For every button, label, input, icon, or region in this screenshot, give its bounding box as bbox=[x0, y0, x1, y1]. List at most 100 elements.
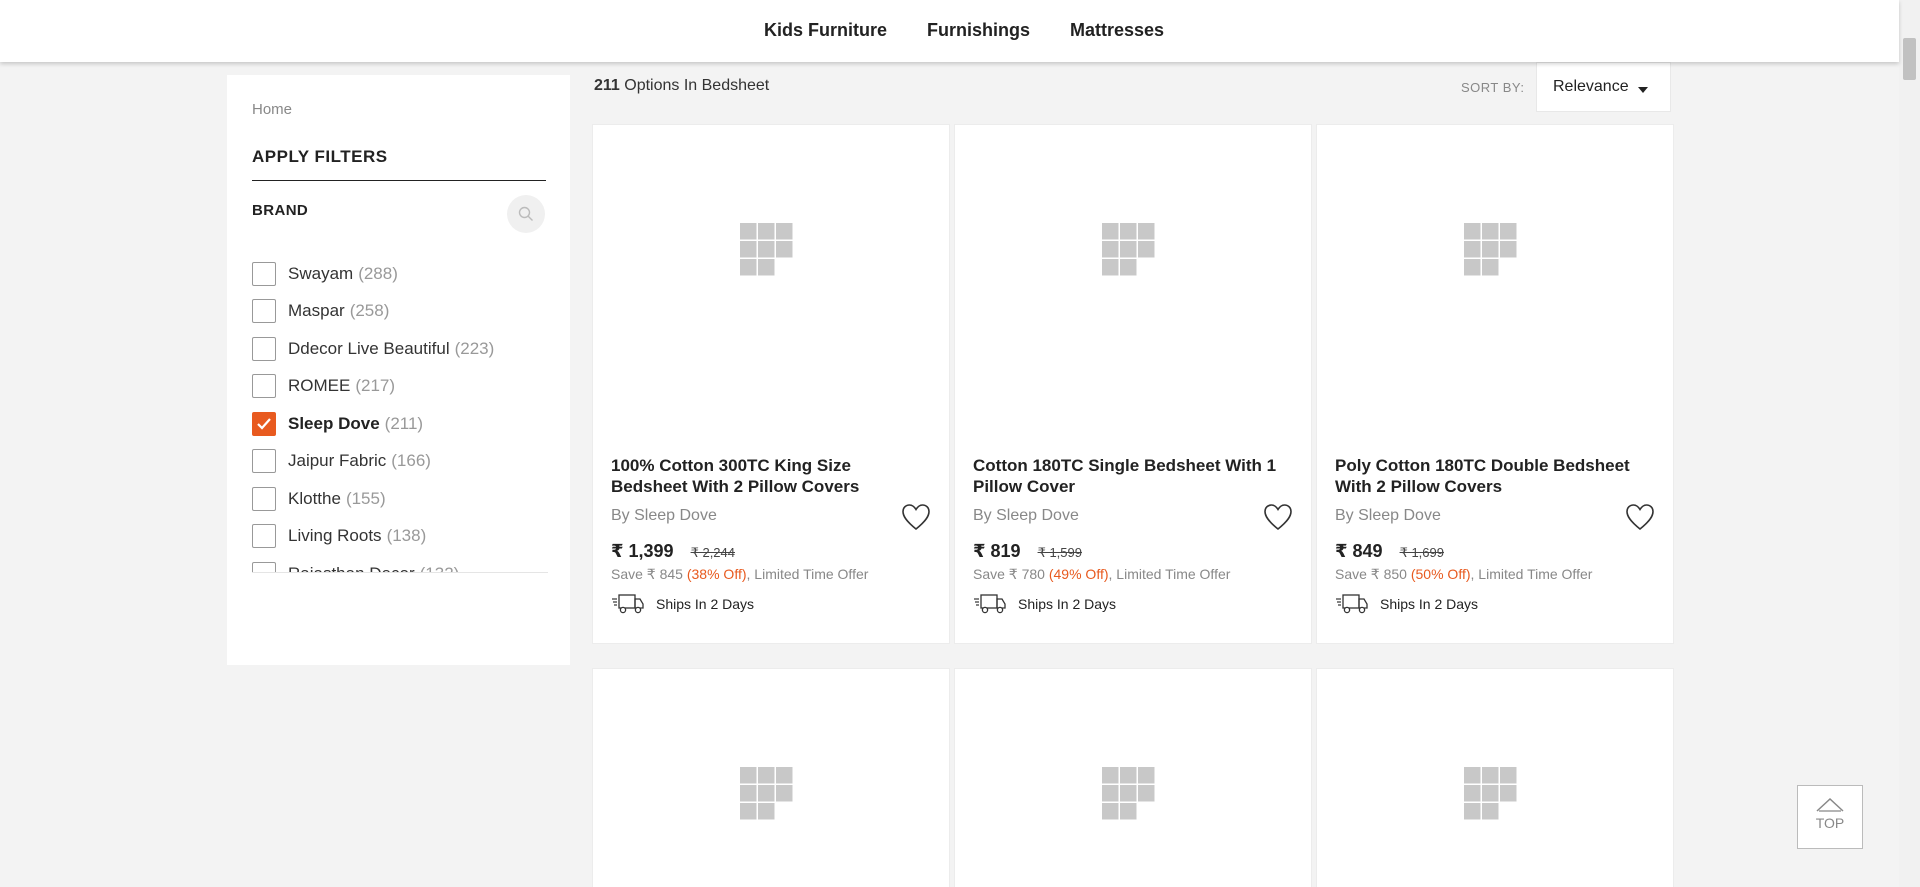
brand-checkbox[interactable] bbox=[252, 524, 276, 549]
nav-item-mattresses[interactable]: Mattresses bbox=[1070, 20, 1164, 41]
back-to-top-button[interactable]: TOP bbox=[1797, 785, 1863, 849]
product-mrp: ₹ 1,699 bbox=[1399, 545, 1444, 560]
brand-filter-list[interactable]: Swayam (288) Maspar (258) Ddecor Live Beauti… bbox=[252, 255, 548, 573]
savings-amount: Save ₹ 845 bbox=[611, 566, 687, 582]
brand-filter-item[interactable]: Ddecor Live Beautiful (223) bbox=[252, 330, 548, 368]
image-placeholder-icon bbox=[1102, 223, 1155, 276]
sort-value: Relevance bbox=[1553, 78, 1629, 95]
product-brand: By Sleep Dove bbox=[1335, 507, 1441, 524]
brand-name: Maspar bbox=[288, 301, 345, 321]
nav-item-furnishings[interactable]: Furnishings bbox=[927, 20, 1030, 41]
shipping-info: Ships In 2 Days bbox=[611, 593, 754, 615]
heart-icon[interactable] bbox=[1625, 503, 1655, 531]
brand-checkbox[interactable] bbox=[252, 374, 276, 399]
brand-count: (138) bbox=[386, 526, 427, 546]
brand-checkbox[interactable] bbox=[252, 411, 276, 436]
results-count: 211 Options In Bedsheet bbox=[594, 77, 769, 95]
offer-text: , Limited Time Offer bbox=[1108, 566, 1231, 582]
price-row: ₹ 1,399 ₹ 2,244 bbox=[611, 541, 735, 562]
brand-name: ROMEE bbox=[288, 376, 351, 396]
product-brand: By Sleep Dove bbox=[611, 507, 717, 524]
results-count-label: Options In Bedsheet bbox=[619, 77, 770, 94]
product-price: ₹ 849 bbox=[1335, 541, 1383, 561]
product-mrp: ₹ 2,244 bbox=[690, 545, 735, 560]
product-card[interactable]: 100% Cotton 300TC King Size Bedsheet Wit… bbox=[592, 124, 950, 644]
filter-sidebar: Home APPLY FILTERS BRAND Swayam (288) Masp… bbox=[227, 75, 570, 665]
brand-filter-item[interactable]: Living Roots (138) bbox=[252, 518, 548, 556]
ship-time: Ships In 2 Days bbox=[1380, 596, 1479, 612]
top-nav: Kids Furniture Furnishings Mattresses bbox=[0, 0, 1899, 62]
discount-percent: (49% Off) bbox=[1048, 566, 1109, 582]
product-title[interactable]: 100% Cotton 300TC King Size Bedsheet Wit… bbox=[611, 455, 931, 497]
brand-count: (258) bbox=[349, 301, 390, 321]
brand-filter-item[interactable]: Sleep Dove (211) bbox=[252, 405, 548, 443]
heart-icon[interactable] bbox=[901, 503, 931, 531]
brand-name: Klotthe bbox=[288, 488, 341, 508]
offer-text: , Limited Time Offer bbox=[746, 566, 869, 582]
brand-name: Sleep Dove bbox=[288, 413, 380, 433]
check-icon bbox=[257, 418, 271, 430]
product-card[interactable] bbox=[592, 668, 950, 887]
brand-checkbox[interactable] bbox=[252, 561, 276, 572]
apply-filters-title: APPLY FILTERS bbox=[252, 147, 546, 181]
product-title[interactable]: Cotton 180TC Single Bedsheet With 1 Pill… bbox=[973, 455, 1293, 497]
shipping-info: Ships In 2 Days bbox=[973, 593, 1116, 615]
brand-checkbox[interactable] bbox=[252, 261, 276, 286]
truck-icon bbox=[974, 594, 1006, 614]
product-card[interactable] bbox=[1316, 668, 1674, 887]
ship-time: Ships In 2 Days bbox=[656, 596, 755, 612]
brand-filter-header: BRAND bbox=[252, 202, 309, 219]
brand-count: (223) bbox=[454, 338, 495, 358]
image-placeholder-icon bbox=[740, 767, 793, 820]
nav-menu: Kids Furniture Furnishings Mattresses bbox=[764, 20, 1204, 41]
heart-icon[interactable] bbox=[1263, 503, 1293, 531]
product-mrp: ₹ 1,599 bbox=[1037, 545, 1082, 560]
brand-filter-item[interactable]: Maspar (258) bbox=[252, 293, 548, 331]
image-placeholder-icon bbox=[1464, 223, 1517, 276]
product-card[interactable]: Poly Cotton 180TC Double Bedsheet With 2… bbox=[1316, 124, 1674, 644]
image-placeholder-icon bbox=[1464, 767, 1517, 820]
savings-text: Save ₹ 845 (38% Off), Limited Time Offer bbox=[611, 566, 868, 583]
search-icon bbox=[518, 206, 533, 221]
brand-name: Ddecor Live Beautiful bbox=[288, 338, 450, 358]
sort-by-label: SORT BY: bbox=[1461, 80, 1525, 95]
brand-checkbox[interactable] bbox=[252, 449, 276, 474]
brand-filter-item[interactable]: Rajasthan Decor (132) bbox=[252, 555, 548, 572]
caret-down-icon bbox=[1638, 87, 1648, 93]
product-title[interactable]: Poly Cotton 180TC Double Bedsheet With 2… bbox=[1335, 455, 1655, 497]
chevron-up-icon bbox=[1816, 797, 1844, 812]
brand-filter-item[interactable]: ROMEE (217) bbox=[252, 368, 548, 406]
brand-count: (155) bbox=[345, 488, 386, 508]
page-scrollbar[interactable] bbox=[1899, 0, 1920, 887]
ship-time: Ships In 2 Days bbox=[1018, 596, 1117, 612]
brand-search-button[interactable] bbox=[507, 195, 545, 233]
brand-filter-item[interactable]: Klotthe (155) bbox=[252, 480, 548, 518]
brand-checkbox[interactable] bbox=[252, 486, 276, 511]
discount-percent: (50% Off) bbox=[1410, 566, 1471, 582]
sort-dropdown[interactable]: Relevance bbox=[1536, 62, 1671, 112]
results-count-number: 211 bbox=[594, 77, 620, 94]
brand-checkbox[interactable] bbox=[252, 336, 276, 361]
brand-name: Rajasthan Decor bbox=[288, 564, 415, 572]
brand-filter-item[interactable]: Swayam (288) bbox=[252, 255, 548, 293]
brand-count: (166) bbox=[391, 451, 431, 471]
price-row: ₹ 849 ₹ 1,699 bbox=[1335, 541, 1444, 562]
product-card[interactable]: Cotton 180TC Single Bedsheet With 1 Pill… bbox=[954, 124, 1312, 644]
brand-checkbox[interactable] bbox=[252, 299, 276, 324]
offer-text: , Limited Time Offer bbox=[1470, 566, 1593, 582]
product-card[interactable] bbox=[954, 668, 1312, 887]
brand-filter-item[interactable]: Jaipur Fabric (166) bbox=[252, 443, 548, 481]
product-price: ₹ 1,399 bbox=[611, 541, 674, 561]
top-label: TOP bbox=[1815, 815, 1845, 831]
price-row: ₹ 819 ₹ 1,599 bbox=[973, 541, 1082, 562]
product-brand: By Sleep Dove bbox=[973, 507, 1079, 524]
brand-count: (211) bbox=[384, 413, 424, 433]
breadcrumb-home[interactable]: Home bbox=[252, 101, 292, 118]
brand-count: (132) bbox=[420, 564, 460, 572]
scrollbar-thumb[interactable] bbox=[1903, 38, 1916, 80]
savings-text: Save ₹ 780 (49% Off), Limited Time Offer bbox=[973, 566, 1230, 583]
nav-item-kids-furniture[interactable]: Kids Furniture bbox=[764, 20, 887, 41]
savings-text: Save ₹ 850 (50% Off), Limited Time Offer bbox=[1335, 566, 1592, 583]
image-placeholder-icon bbox=[740, 223, 793, 276]
image-placeholder-icon bbox=[1102, 767, 1155, 820]
